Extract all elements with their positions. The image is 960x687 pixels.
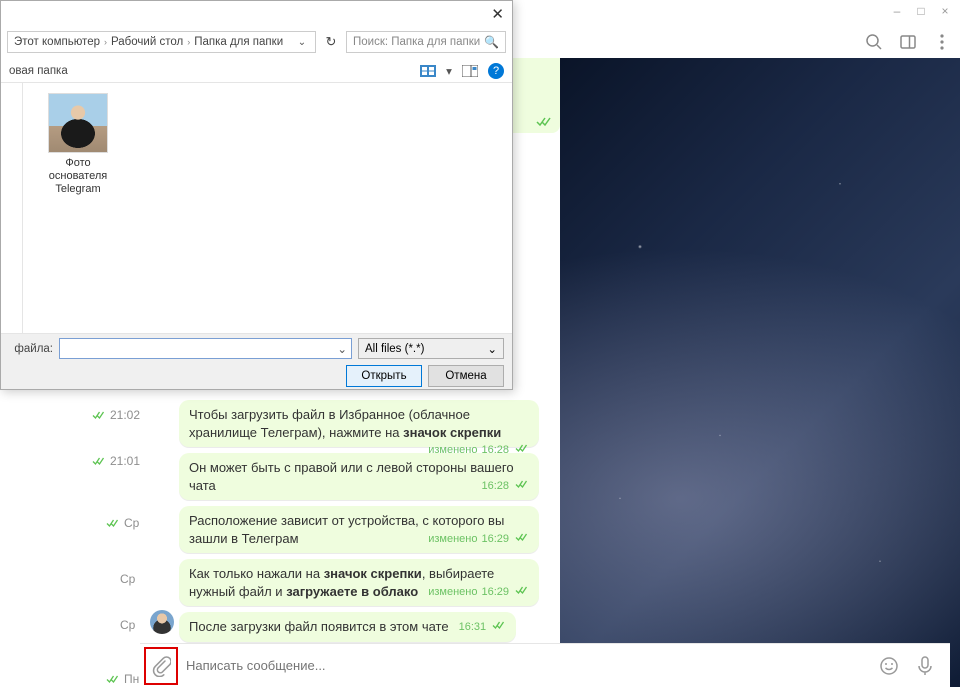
dialog-footer: файла: ⌄ All files (*.*) ⌄ Открыть Отмен… [1, 333, 512, 389]
edited-label: изменено [428, 532, 477, 547]
dropdown-icon: ⌄ [487, 342, 497, 356]
message-text: Он может быть с правой или с левой сторо… [189, 460, 514, 493]
date-label: 21:02 [110, 408, 140, 422]
close-button[interactable]: × [940, 6, 950, 16]
file-thumbnail [48, 93, 108, 153]
address-bar-row: Этот компьютер › Рабочий стол › Папка для … [1, 29, 512, 55]
message-time: 16:31 [459, 620, 487, 635]
breadcrumb[interactable]: Этот компьютер › Рабочий стол › Папка для … [7, 31, 316, 53]
filename-label: файла: [9, 343, 53, 355]
date-separator: Ср [106, 516, 139, 530]
read-checks-icon [515, 586, 529, 595]
filetype-value: All files (*.*) [365, 343, 424, 355]
dropdown-icon[interactable]: ⌄ [337, 342, 347, 356]
message-bold: значок скрепки [324, 566, 422, 581]
date-separator: Ср [120, 572, 135, 586]
chevron-right-icon: › [187, 37, 190, 47]
message-bubble[interactable]: Он может быть с правой или с левой сторо… [179, 453, 539, 500]
search-icon[interactable] [864, 32, 884, 52]
message-time: 16:29 [481, 532, 509, 547]
paperclip-icon[interactable] [151, 655, 171, 677]
microphone-icon[interactable] [914, 656, 936, 676]
dropdown-icon[interactable]: ⌄ [295, 37, 309, 48]
message-text: После загрузки файл появится в этом чате [189, 619, 449, 634]
avatar[interactable] [150, 610, 174, 634]
read-checks-icon [92, 411, 106, 420]
crumb[interactable]: Рабочий стол [111, 36, 183, 48]
message-composer [140, 643, 950, 687]
read-checks-icon [92, 457, 106, 466]
read-checks-icon [536, 117, 552, 127]
date-label: 21:01 [110, 454, 140, 468]
minimize-button[interactable]: – [892, 6, 902, 16]
filetype-select[interactable]: All files (*.*) ⌄ [358, 338, 504, 359]
crumb[interactable]: Этот компьютер [14, 36, 100, 48]
help-icon[interactable]: ? [488, 63, 504, 79]
date-separator: 21:02 [92, 408, 140, 422]
window-titlebar: – □ × [882, 0, 960, 22]
message-time: 16:28 [481, 479, 509, 494]
message-bubble-partial [513, 58, 560, 133]
message-bold: значок скрепки [403, 425, 501, 440]
search-placeholder: Поиск: Папка для папки [353, 36, 480, 48]
cancel-button[interactable]: Отмена [428, 365, 504, 387]
message-text: Как только нажали на [189, 566, 324, 581]
edited-label: изменено [428, 585, 477, 600]
read-checks-icon [106, 675, 120, 684]
file-open-dialog: ✕ Этот компьютер › Рабочий стол › Папка дл… [0, 0, 513, 390]
emoji-icon[interactable] [878, 656, 900, 676]
message-bubble[interactable]: Расположение зависит от устройства, с ко… [179, 506, 539, 553]
filename-field[interactable]: ⌄ [59, 338, 352, 359]
maximize-button[interactable]: □ [916, 6, 926, 16]
refresh-icon[interactable]: ↻ [320, 31, 342, 53]
file-item[interactable]: Фото основателя Telegram [33, 93, 123, 197]
date-label: Ср [120, 572, 135, 586]
crumb[interactable]: Папка для папки [194, 36, 283, 48]
search-icon: 🔍 [484, 35, 499, 49]
date-separator: Пн [106, 672, 139, 686]
attach-highlight [144, 647, 178, 685]
dialog-toolbar: овая папка ▾ ? [1, 59, 512, 83]
date-label: Пн [124, 672, 139, 686]
search-input[interactable]: Поиск: Папка для папки 🔍 [346, 31, 506, 53]
read-checks-icon [106, 519, 120, 528]
date-label: Ср [120, 618, 135, 632]
read-checks-icon [515, 444, 529, 453]
message-bold: загружаете в облако [286, 584, 418, 599]
message-input[interactable] [178, 658, 878, 673]
message-bubble[interactable]: Как только нажали на значок скрепки, выб… [179, 559, 539, 606]
file-list[interactable]: Фото основателя Telegram [23, 83, 512, 333]
read-checks-icon [515, 480, 529, 489]
preview-pane-icon[interactable] [460, 65, 480, 77]
new-folder-label[interactable]: овая папка [9, 65, 412, 77]
message-bubble[interactable]: Чтобы загрузить файл в Избранное (облачн… [179, 400, 539, 447]
chat-background [560, 58, 960, 687]
view-thumbnails-icon[interactable] [418, 65, 438, 77]
file-name: Фото основателя Telegram [33, 157, 123, 197]
date-separator: Ср [120, 618, 135, 632]
chat-header-actions [864, 32, 952, 52]
menu-dots-icon[interactable] [932, 32, 952, 52]
date-separator: 21:01 [92, 454, 140, 468]
read-checks-icon [515, 533, 529, 542]
dropdown-icon[interactable]: ▾ [444, 64, 454, 78]
message-time: 16:29 [481, 585, 509, 600]
side-panel-icon[interactable] [898, 32, 918, 52]
message-bubble[interactable]: После загрузки файл появится в этом чате… [179, 612, 516, 642]
dialog-body: Фото основателя Telegram [1, 83, 512, 333]
dialog-close-button[interactable]: ✕ [491, 5, 504, 23]
dialog-nav-pane[interactable] [1, 83, 23, 333]
chevron-right-icon: › [104, 37, 107, 47]
read-checks-icon [492, 621, 506, 630]
open-button[interactable]: Открыть [346, 365, 422, 387]
date-label: Ср [124, 516, 139, 530]
